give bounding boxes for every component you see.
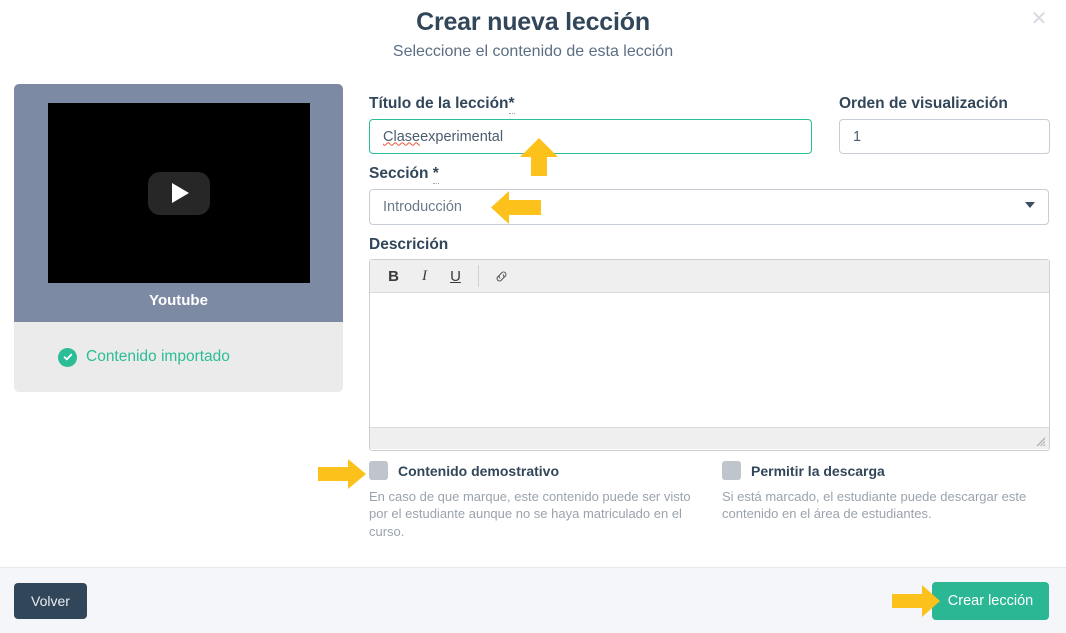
lesson-title-value-misspelled: Clase [383, 128, 421, 145]
media-type-label: Youtube [149, 292, 208, 309]
demo-content-label: Contenido demostrativo [398, 462, 560, 479]
chevron-down-icon [1025, 202, 1035, 208]
demo-content-checkbox[interactable] [369, 461, 388, 480]
modal-header: Crear nueva lección Seleccione el conten… [0, 0, 1066, 78]
description-editor[interactable]: B I U [369, 259, 1050, 451]
allow-download-label: Permitir la descarga [751, 462, 885, 479]
resize-handle[interactable] [1035, 436, 1046, 447]
lesson-title-value-rest: experimental [420, 128, 504, 145]
demo-content-block: Contenido demostrativo En caso de que ma… [369, 461, 699, 540]
link-icon[interactable] [486, 263, 517, 289]
display-order-label: Orden de visualización [839, 95, 1008, 112]
allow-download-help: Si está marcado, el estudiante puede des… [722, 489, 1027, 522]
demo-content-help: En caso de que marque, este contenido pu… [369, 489, 691, 539]
back-button[interactable]: Volver [14, 583, 87, 619]
video-thumbnail[interactable] [47, 103, 310, 283]
page-subtitle: Seleccione el contenido de esta lección [392, 43, 674, 60]
section-required-mark: * [432, 165, 439, 184]
import-status-label: Contenido importado [86, 348, 230, 365]
section-field-label: Sección * [369, 165, 439, 184]
create-lesson-button[interactable]: Crear lección [932, 582, 1049, 620]
content-preview-card[interactable]: Youtube Contenido importado [14, 84, 343, 392]
title-field-label: Título de la lección* [369, 95, 515, 114]
create-lesson-modal: Crear nueva lección Seleccione el conten… [0, 0, 1066, 633]
section-select[interactable]: Introducción [369, 189, 1049, 225]
card-media-area: Youtube [14, 84, 343, 322]
section-select-value: Introducción [383, 199, 462, 215]
underline-icon[interactable]: U [440, 263, 471, 289]
editor-toolbar: B I U [370, 260, 1049, 293]
play-icon[interactable] [147, 171, 210, 215]
description-textarea[interactable] [370, 293, 1049, 427]
card-status-footer: Contenido importado [14, 322, 343, 392]
description-field-label: Descrición [369, 236, 449, 253]
editor-status-bar [370, 427, 1049, 449]
display-order-value: 1 [853, 128, 862, 145]
allow-download-block: Permitir la descarga Si está marcado, el… [722, 461, 1042, 523]
close-icon[interactable]: ✕ [1026, 6, 1052, 32]
allow-download-checkbox[interactable] [722, 461, 741, 480]
title-required-mark: * [508, 95, 515, 114]
arrow-right-demo-checkbox [318, 459, 366, 489]
toolbar-divider [478, 265, 479, 287]
bold-icon[interactable]: B [378, 263, 409, 289]
lesson-title-input[interactable]: Clase experimental [369, 119, 812, 154]
italic-icon[interactable]: I [409, 263, 440, 289]
check-circle-icon [58, 347, 77, 367]
modal-footer [0, 567, 1066, 633]
display-order-input[interactable]: 1 [839, 119, 1050, 154]
page-title: Crear nueva lección [416, 8, 650, 36]
